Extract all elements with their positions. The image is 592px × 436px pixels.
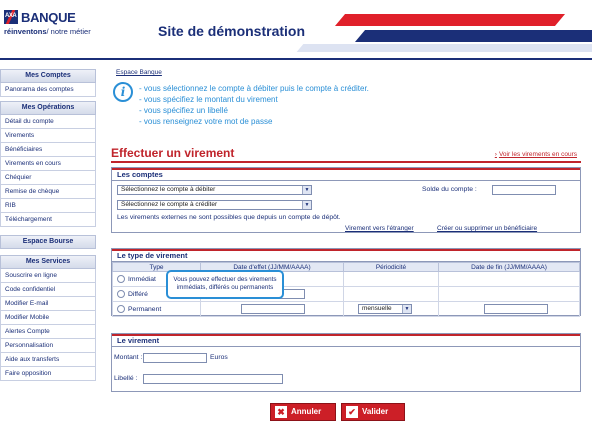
- radio-differe[interactable]: [117, 290, 125, 298]
- sidebar-heading[interactable]: Espace Bourse: [0, 235, 96, 249]
- type-cell[interactable]: Permanent: [112, 301, 201, 317]
- credit-account-select[interactable]: Sélectionnez le compte à créditer ▼: [117, 200, 312, 210]
- panel-title: Le type de virement: [112, 249, 580, 262]
- sidebar-item-detail[interactable]: Détail du compte: [0, 115, 96, 129]
- header-stripe-light: [296, 44, 592, 52]
- link-virements-en-cours[interactable]: › Voir les virements en cours: [495, 151, 577, 158]
- sidebar-item-virements-en-cours[interactable]: Virements en cours: [0, 157, 96, 171]
- column-header: Périodicité: [343, 262, 439, 272]
- table-row: Permanent mensuelle ▼: [112, 301, 580, 317]
- panel-title: Les comptes: [112, 168, 580, 181]
- panel-comptes: Les comptes Sélectionnez le compte à déb…: [111, 167, 581, 233]
- info-text: - vous sélectionnez le compte à débiter …: [139, 84, 369, 126]
- sidebar-group-comptes: Mes Comptes Panorama des comptes: [0, 69, 96, 97]
- montant-label: Montant :: [114, 354, 143, 361]
- solde-field: [492, 185, 556, 195]
- sidebar-item-aide-transferts[interactable]: Aide aux transferts: [0, 353, 96, 367]
- sidebar-item-chequier[interactable]: Chéquier: [0, 171, 96, 185]
- info-icon: i: [113, 82, 133, 102]
- tagline: réinventons/ notre métier: [4, 27, 91, 36]
- brand-name: BANQUE: [21, 10, 76, 25]
- sidebar-heading[interactable]: Mes Comptes: [0, 69, 96, 83]
- sidebar-item-personnalisation[interactable]: Personnalisation: [0, 339, 96, 353]
- libelle-label: Libellé :: [114, 375, 138, 382]
- axa-logo[interactable]: AXA: [4, 10, 18, 24]
- sidebar-item-opposition[interactable]: Faire opposition: [0, 367, 96, 381]
- sidebar-group-services: Mes Services Souscrire en ligne Code con…: [0, 255, 96, 381]
- header-stripe-blue: [354, 30, 592, 42]
- cancel-button[interactable]: ✖ Annuler: [270, 403, 336, 421]
- debit-account-select[interactable]: Sélectionnez le compte à débiter ▼: [117, 185, 312, 195]
- solde-label: Solde du compte :: [422, 186, 477, 193]
- libelle-input[interactable]: [143, 374, 283, 384]
- date-effet-permanent-input[interactable]: [241, 304, 305, 314]
- sidebar-item-code[interactable]: Code confidentiel: [0, 283, 96, 297]
- sidebar-item-panorama[interactable]: Panorama des comptes: [0, 83, 96, 97]
- sidebar-item-mobile[interactable]: Modifier Mobile: [0, 311, 96, 325]
- sidebar-item-email[interactable]: Modifier E-mail: [0, 297, 96, 311]
- validate-button[interactable]: ✔ Valider: [341, 403, 405, 421]
- column-header: Date de fin (JJ/MM/AAAA): [438, 262, 580, 272]
- sidebar-item-beneficiaires[interactable]: Bénéficiaires: [0, 143, 96, 157]
- sidebar-group-operations: Mes Opérations Détail du compte Virement…: [0, 101, 96, 227]
- montant-input[interactable]: [143, 353, 207, 363]
- link-foreign-transfer[interactable]: Virement vers l'étranger: [345, 225, 414, 232]
- panel-title: Le virement: [112, 334, 580, 347]
- arrow-right-icon: ›: [494, 151, 497, 158]
- header-stripe-red: [334, 14, 566, 26]
- sidebar: Mes Comptes Panorama des comptes Mes Opé…: [0, 66, 96, 385]
- sidebar-item-telechargement[interactable]: Téléchargement: [0, 213, 96, 227]
- chevron-down-icon: ▼: [402, 305, 411, 313]
- sidebar-item-alertes[interactable]: Alertes Compte: [0, 325, 96, 339]
- radio-permanent[interactable]: [117, 305, 125, 313]
- close-icon: ✖: [275, 406, 287, 418]
- sidebar-heading[interactable]: Mes Opérations: [0, 101, 96, 115]
- check-icon: ✔: [346, 406, 358, 418]
- title-divider: [111, 161, 581, 163]
- periodicity-select[interactable]: mensuelle ▼: [358, 304, 412, 314]
- chevron-down-icon: ▼: [302, 186, 311, 194]
- site-title: Site de démonstration: [158, 23, 306, 39]
- sidebar-item-rib[interactable]: RIB: [0, 199, 96, 213]
- breadcrumb[interactable]: Espace Banque: [116, 69, 162, 76]
- sidebar-group-bourse: Espace Bourse: [0, 235, 96, 249]
- page-title: Effectuer un virement: [111, 146, 235, 160]
- header: AXA BANQUE réinventons/ notre métier Sit…: [0, 0, 592, 60]
- radio-immediat[interactable]: [117, 275, 125, 283]
- date-fin-input[interactable]: [484, 304, 548, 314]
- currency-label: Euros: [210, 354, 228, 361]
- link-beneficiary[interactable]: Créer ou supprimer un bénéficiaire: [437, 225, 537, 232]
- sidebar-heading[interactable]: Mes Services: [0, 255, 96, 269]
- chevron-down-icon: ▼: [302, 201, 311, 209]
- panel-virement: Le virement Montant : Euros Libellé :: [111, 333, 581, 392]
- sidebar-item-souscrire[interactable]: Souscrire en ligne: [0, 269, 96, 283]
- sidebar-item-remise-cheque[interactable]: Remise de chèque: [0, 185, 96, 199]
- external-note: Les virements externes ne sont possibles…: [117, 214, 341, 221]
- type-tooltip: Vous pouvez effectuer des virements immé…: [166, 270, 284, 299]
- logo-text: AXA: [5, 13, 17, 19]
- sidebar-item-virements[interactable]: Virements: [0, 129, 96, 143]
